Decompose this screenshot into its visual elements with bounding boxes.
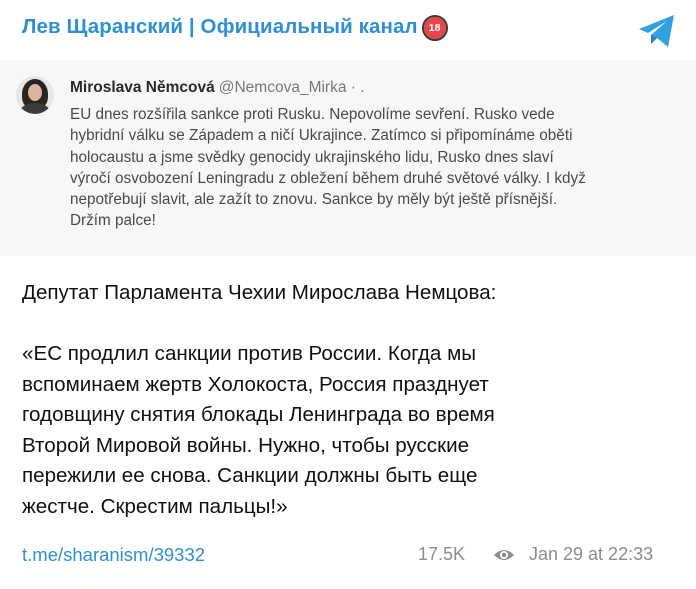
telegram-plane-icon[interactable] (636, 10, 678, 52)
tweet-author-name: Miroslava Němcová (70, 79, 215, 96)
tweet-line: Držím palce! (70, 212, 156, 230)
post-link[interactable]: t.me/sharanism/39332 (22, 544, 205, 566)
post-quote-line: жестче. Скрестим пальцы!» (22, 494, 288, 518)
channel-title[interactable]: Лев Щаранский | Официальный канал 18 (22, 15, 448, 41)
view-count: 17.5K (418, 544, 466, 564)
post-body: Депутат Парламента Чехии Мирослава Немцо… (22, 278, 682, 522)
age-restriction-badge: 18 (421, 15, 448, 41)
tweet-line: výročí osvobození Leningradu z obležení … (70, 169, 586, 187)
post-quote-line: «ЕС продлил санкции против России. Когда… (22, 342, 477, 365)
post-quote-line: годовщину снятия блокады Ленинграда во в… (22, 403, 495, 426)
post-intro: Депутат Парламента Чехии Мирослава Немцо… (22, 281, 497, 304)
tweet-text: EU dnes rozšířila sankce proti Rusku. Ne… (70, 104, 676, 232)
tweet-line: hybridní válku se Západem a ničí Ukrajin… (70, 127, 573, 145)
post-quote-line: пережили ее снова. Санкции должны быть е… (22, 464, 478, 487)
embedded-tweet-screenshot: Miroslava Němcová @Nemcova_Mirka · . EU d… (0, 60, 696, 256)
post-date: Jan 29 at 22:33 (529, 544, 654, 564)
tweet-line: nepotřebují slavit, ale zažít to znovu. … (70, 191, 558, 209)
tweet-author-handle: @Nemcova_Mirka · . (218, 79, 365, 96)
post-quote-line: Второй Мировой войны. Нужно, чтобы русск… (22, 433, 470, 457)
eye-icon (494, 550, 514, 560)
channel-header: Лев Щаранский | Официальный канал 18 (0, 0, 696, 60)
avatar (16, 76, 54, 114)
tweet-author: Miroslava Němcová @Nemcova_Mirka · . (70, 79, 365, 97)
channel-title-text[interactable]: Лев Щаранский | Официальный канал (22, 15, 418, 38)
post-quote-line: вспоминаем жертв Холокоста, Россия празд… (22, 372, 489, 396)
tweet-line: EU dnes rozšířila sankce proti Rusku. Ne… (70, 106, 555, 123)
tweet-line: holocaustu a jsme svědky genocidy ukraji… (70, 148, 554, 166)
post-footer: t.me/sharanism/39332 17.5K Jan 29 at 22:… (0, 534, 696, 574)
